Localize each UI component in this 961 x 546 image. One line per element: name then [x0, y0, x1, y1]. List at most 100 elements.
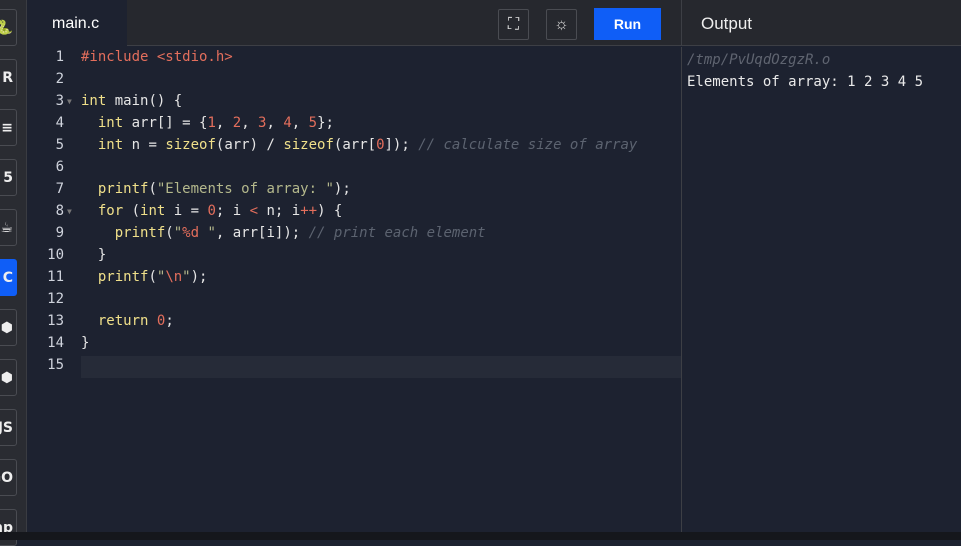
line-number: 1	[55, 49, 64, 65]
sidebar-item-cpp[interactable]: ⬢	[0, 309, 17, 346]
html5-icon: 5	[3, 169, 13, 186]
fullscreen-icon: ⛶	[507, 15, 520, 33]
output-path: /tmp/PvUqdOzgzR.o	[687, 52, 831, 68]
code-token: );	[190, 269, 208, 285]
code-token: (	[148, 181, 157, 197]
code-token: int	[140, 203, 166, 219]
code-token: n; i	[258, 203, 301, 219]
fullscreen-button[interactable]: ⛶	[498, 9, 529, 40]
code-token: };	[317, 115, 334, 131]
code-token: ;	[165, 313, 174, 329]
line-number: 13	[47, 313, 64, 329]
code-token: ) {	[317, 203, 343, 219]
code-token: \n	[165, 269, 183, 285]
sidebar-item-database[interactable]: ≡	[0, 109, 17, 146]
code-token: }	[81, 335, 90, 351]
line-number: 15	[47, 357, 64, 373]
line-number: 12	[47, 291, 64, 307]
code-token: 2	[232, 115, 242, 131]
code-editor[interactable]: 1 #include <stdio.h> 2 3 ▼ int main() {4 int …	[28, 47, 681, 532]
code-token: printf	[97, 269, 149, 285]
javascript-icon: JS	[0, 419, 13, 436]
code-token: 0	[207, 203, 216, 219]
code-token: sizeof	[165, 137, 216, 153]
line-number: 6	[55, 159, 64, 175]
fold-arrow-icon[interactable]: ▼	[67, 207, 72, 216]
code-token: ++	[300, 203, 318, 219]
code-token: printf	[114, 225, 166, 241]
sidebar-item-java[interactable]: ☕	[0, 209, 17, 246]
run-button[interactable]: Run	[594, 8, 661, 40]
code-token: 5	[308, 115, 318, 131]
bottom-bar	[0, 532, 961, 540]
code-line: int n = sizeof(arr) / sizeof(arr[0]); //…	[81, 137, 638, 153]
code-line: #include <stdio.h>	[81, 49, 233, 65]
code-line: printf("\n");	[81, 269, 208, 285]
code-token: (arr) /	[215, 137, 284, 153]
sidebar-item-php[interactable]: php	[0, 509, 17, 546]
database-icon: ≡	[1, 119, 13, 136]
line-number: 4	[55, 115, 64, 131]
code-token: sizeof	[283, 137, 334, 153]
code-token: ; i	[215, 203, 250, 219]
code-token: ,	[215, 115, 233, 131]
code-token: "	[182, 269, 191, 285]
sidebar-item-python[interactable]: 🐍	[0, 9, 17, 46]
sidebar-item-r[interactable]: R	[0, 59, 17, 96]
code-token: "Elements of array: "	[156, 181, 334, 197]
code-token: (	[165, 225, 174, 241]
code-token: }	[81, 247, 107, 263]
cpp-icon: ⬢	[0, 319, 13, 336]
code-token: , arr[i]);	[215, 225, 309, 241]
csharp-icon: ⬢	[0, 369, 13, 386]
output-title: Output	[681, 0, 961, 46]
code-token: (arr[	[333, 137, 377, 153]
code-token: int	[97, 115, 124, 131]
code-token: <stdio.h>	[156, 49, 233, 65]
code-token: // calculate size of array	[418, 137, 638, 153]
sidebar-item-html5[interactable]: 5	[0, 159, 17, 196]
code-token: i =	[165, 203, 208, 219]
sidebar-item-c[interactable]: C	[0, 259, 17, 296]
code-token: 1	[207, 115, 216, 131]
line-number: 5	[55, 137, 64, 153]
go-icon: GO	[0, 469, 13, 486]
code-line: }	[81, 335, 89, 351]
code-token: // print each element	[308, 225, 486, 241]
sidebar-item-javascript[interactable]: JS	[0, 409, 17, 446]
code-token: int	[97, 137, 124, 153]
sidebar-item-csharp[interactable]: ⬢	[0, 359, 17, 396]
editor-toolbar: main.c ⛶ ☼ Run Output	[28, 0, 961, 47]
code-token: (	[123, 203, 141, 219]
language-sidebar: 🐍 R ≡ 5 ☕ C ⬢ ⬢ JS GO php	[0, 0, 27, 546]
code-token: return	[97, 313, 149, 329]
code-line: printf("%d ", arr[i]); // print each ele…	[81, 225, 486, 241]
code-token: printf	[97, 181, 149, 197]
code-token: ,	[266, 115, 284, 131]
fold-arrow-icon[interactable]: ▼	[67, 97, 72, 106]
theme-toggle-button[interactable]: ☼	[546, 9, 577, 40]
current-line-highlight	[81, 356, 681, 378]
code-line: int arr[] = {1, 2, 3, 4, 5};	[81, 115, 334, 131]
code-token: #include	[81, 49, 157, 65]
line-number: 3	[55, 93, 64, 109]
sidebar-item-go[interactable]: GO	[0, 459, 17, 496]
code-token: int	[81, 93, 107, 109]
code-line: printf("Elements of array: ");	[81, 181, 351, 197]
code-token: <	[249, 203, 259, 219]
code-token: ]);	[384, 137, 419, 153]
line-number: 8	[55, 203, 64, 219]
tab-main-c[interactable]: main.c	[28, 0, 127, 47]
code-token: main() {	[106, 93, 183, 109]
code-token: "	[173, 225, 183, 241]
code-token: (	[148, 269, 157, 285]
line-number: 10	[47, 247, 64, 263]
java-icon: ☕	[0, 219, 13, 236]
code-line: return 0;	[81, 313, 174, 329]
